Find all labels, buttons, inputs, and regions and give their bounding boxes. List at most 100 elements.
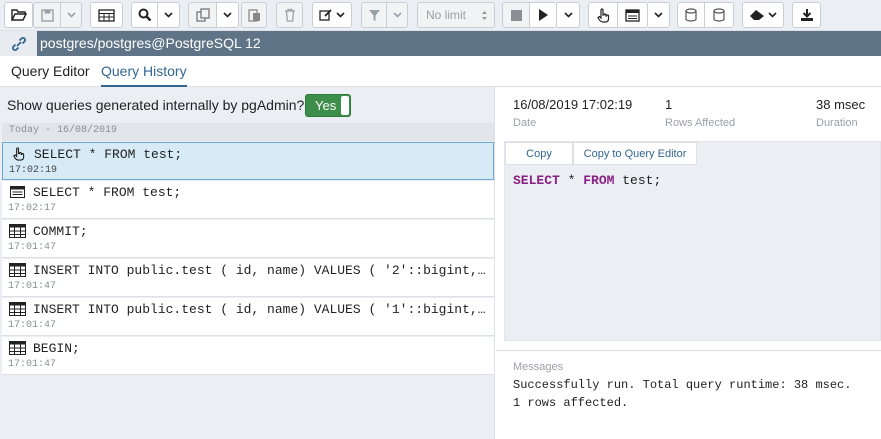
explain-analyze-button[interactable] [618,2,648,28]
filter-dropdown-button[interactable] [387,2,408,28]
edit-icon [319,9,332,21]
find-button[interactable] [131,2,158,28]
table-icon [98,8,115,22]
delete-button[interactable] [276,2,303,28]
history-entry[interactable]: SELECT * FROM test; 17:02:19 [2,142,494,180]
detail-date-label: Date [513,117,537,129]
detail-date: 16/08/2019 17:02:19 Date [513,97,632,129]
sql-text: test; [614,173,662,188]
history-detail-pane: 16/08/2019 17:02:19 Date 1 Rows Affected… [496,87,881,439]
history-entry-query: SELECT * FROM test; [33,185,182,200]
save-button[interactable] [33,2,61,28]
edit-data-button[interactable] [90,2,123,28]
copy-to-query-editor-button[interactable]: Copy to Query Editor [573,142,697,165]
explain-dropdown-button[interactable] [648,2,670,28]
stop-button[interactable] [502,2,530,28]
sql-grid-icon [8,301,26,317]
connection-bar: postgres/postgres@PostgreSQL 12 [0,31,881,56]
history-entry-query: BEGIN; [33,341,80,356]
show-internal-queries-toggle[interactable]: Yes [305,94,351,117]
hand-pointer-icon [9,146,27,162]
query-preview: Copy Copy to Query Editor SELECT * FROM … [504,141,881,341]
history-entry-time: 17:02:19 [9,165,58,176]
history-entry[interactable]: INSERT INTO public.test ( id, name) VALU… [2,298,494,336]
history-entry-query: INSERT INTO public.test ( id, name) VALU… [33,302,489,317]
open-file-button[interactable] [4,2,33,28]
filter-button[interactable] [361,2,387,28]
history-entry[interactable]: BEGIN; 17:01:47 [2,337,494,375]
rollback-button[interactable] [705,2,734,28]
query-preview-text: SELECT * FROM test; [513,173,661,188]
search-icon [138,8,151,22]
message-line: 1 rows affected. [513,396,629,410]
download-button[interactable] [792,2,821,28]
chevron-down-icon [392,12,402,18]
copy-dropdown-button[interactable] [217,2,239,28]
stop-icon [510,9,522,21]
execute-dropdown-button[interactable] [557,2,580,28]
history-entry-time: 17:01:47 [8,359,57,370]
connection-status-button[interactable] [0,31,37,56]
history-entry-query: SELECT * FROM test; [34,147,183,162]
tab-query-history[interactable]: Query History [101,63,187,87]
detail-rows: 1 Rows Affected [665,97,735,129]
history-entry-time: 17:01:47 [8,242,57,253]
history-list-pane: Show queries generated internally by pgA… [0,87,495,439]
eraser-icon [750,10,764,20]
history-entry[interactable]: SELECT * FROM test; 17:02:17 [2,181,494,219]
history-entry[interactable]: COMMIT; 17:01:47 [2,220,494,258]
panel-tabs: Query Editor Query History [0,56,881,87]
play-icon [539,9,548,21]
chevron-down-icon [336,12,345,18]
database-rollback-icon [713,8,725,22]
history-entry-query: COMMIT; [33,224,88,239]
chevron-down-icon [563,12,573,18]
toggle-knob [341,96,349,115]
sql-grid-icon [8,340,26,356]
paste-icon [247,9,260,22]
commit-button[interactable] [677,2,705,28]
link-icon [11,36,26,51]
copy-button[interactable]: Copy [505,142,573,165]
folder-open-icon [10,9,27,21]
keyboard-icon [8,184,26,200]
chevron-down-icon [654,12,663,18]
row-limit-select[interactable]: No limit [417,2,495,28]
edit-button[interactable] [312,2,352,28]
find-dropdown-button[interactable] [158,2,180,28]
history-date-header: Today - 16/08/2019 [2,123,494,141]
toggle-label: Yes [315,98,337,113]
chevron-down-icon [164,12,173,18]
copy-icon [195,8,210,22]
chevron-down-icon [223,12,232,18]
clear-button[interactable] [742,2,784,28]
tab-query-editor[interactable]: Query Editor [11,63,90,87]
database-commit-icon [685,8,697,22]
execute-button[interactable] [530,2,557,28]
detail-rows-value: 1 [665,97,673,112]
save-dropdown-button[interactable] [61,2,82,28]
sql-grid-icon [8,223,26,239]
explain-button[interactable] [588,2,618,28]
copy-button[interactable] [188,2,217,28]
history-entry-time: 17:02:17 [8,203,57,214]
toolbar: No limit [0,0,881,31]
detail-date-value: 16/08/2019 17:02:19 [513,97,633,112]
history-entry[interactable]: INSERT INTO public.test ( id, name) VALU… [2,259,494,297]
updown-arrows-icon [482,10,487,20]
sql-text: * [559,173,584,188]
hand-pointer-icon [597,7,610,23]
show-internal-queries-label: Show queries generated internally by pgA… [7,97,305,113]
sql-keyword: SELECT [513,173,560,188]
sql-keyword: FROM [583,173,615,188]
download-icon [800,9,813,21]
detail-duration: 38 msec Duration [816,97,865,129]
messages-panel: Messages Successfully run. Total query r… [496,350,881,439]
paste-button[interactable] [241,2,267,28]
chevron-down-icon [66,12,76,18]
messages-label: Messages [513,361,564,373]
sql-grid-icon [8,262,26,278]
window-icon [625,8,640,22]
save-icon [40,8,54,22]
detail-duration-value: 38 msec [816,97,866,112]
